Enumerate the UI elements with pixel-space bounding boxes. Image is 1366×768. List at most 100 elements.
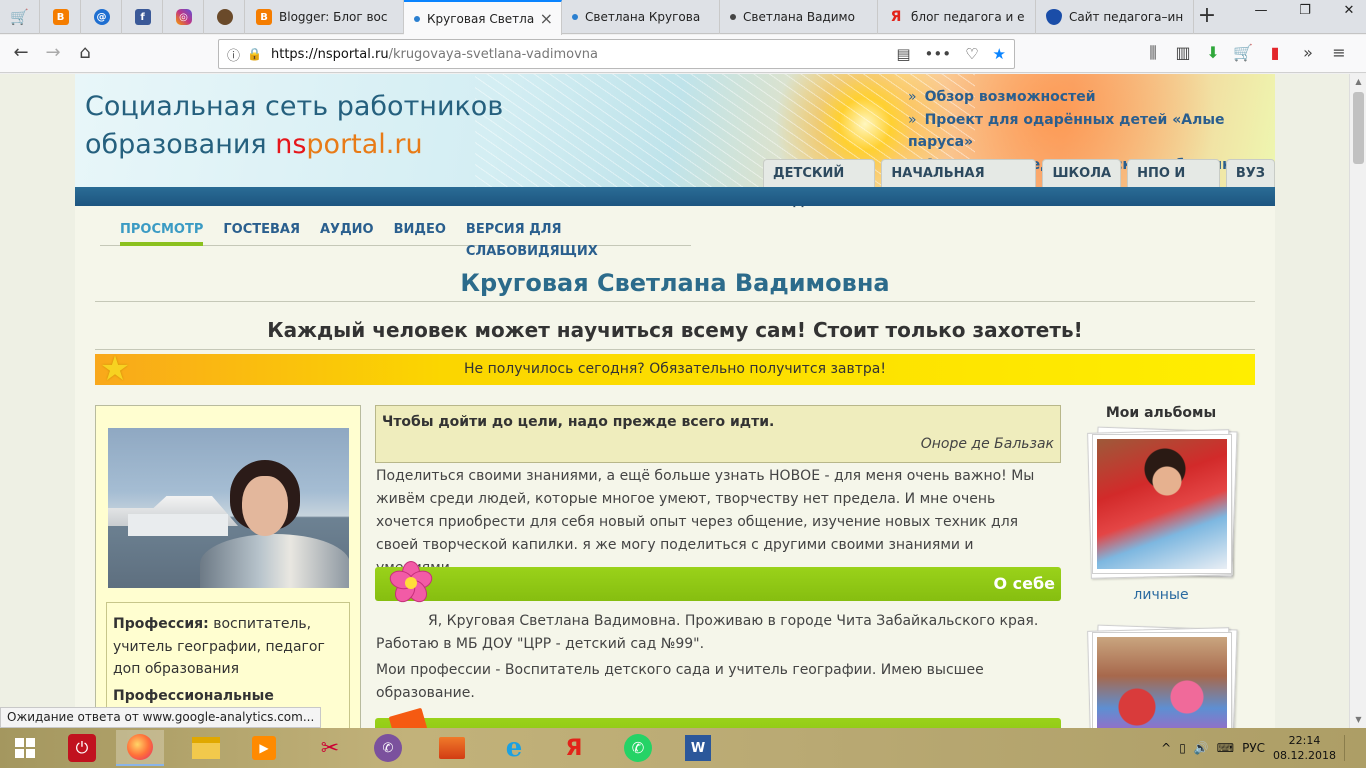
close-window-button[interactable]: ✕ xyxy=(1334,0,1364,24)
quote-box: Чтобы дойти до цели, надо прежде всего и… xyxy=(375,405,1061,463)
scroll-up-arrow[interactable]: ▲ xyxy=(1350,74,1366,90)
show-desktop-button[interactable] xyxy=(1344,735,1356,761)
pinned-tab-blogger[interactable]: B xyxy=(41,0,81,34)
start-button[interactable] xyxy=(0,730,50,766)
photo-person xyxy=(200,460,349,588)
power-app-icon[interactable]: ⏻ xyxy=(58,730,106,766)
star-icon: ★ xyxy=(99,349,131,389)
close-icon[interactable]: × xyxy=(540,9,553,28)
pinned-tab-facebook[interactable]: f xyxy=(123,0,163,34)
word-icon[interactable]: W xyxy=(674,730,722,766)
tab-blogger[interactable]: B Blogger: Блог вос xyxy=(246,0,404,34)
page-actions-icon[interactable]: ••• xyxy=(925,45,952,63)
scroll-thumb[interactable] xyxy=(1353,92,1364,164)
tab-vocational[interactable]: НПО И СПО xyxy=(1127,159,1220,209)
windows-icon xyxy=(15,738,35,758)
pocket-icon[interactable]: ♡ xyxy=(965,45,978,63)
album-label[interactable]: личные xyxy=(1075,587,1247,603)
blogger-icon: B xyxy=(256,9,272,25)
tab-kindergarten[interactable]: ДЕТСКИЙ САД xyxy=(763,159,876,209)
subnav-guestbook[interactable]: ГОСТЕВАЯ xyxy=(223,219,300,246)
site-container: Социальная сеть работников образования n… xyxy=(75,74,1275,728)
viber-icon[interactable]: ✆ xyxy=(364,730,412,766)
back-button[interactable]: ← xyxy=(8,42,34,66)
blogger-icon: B xyxy=(52,9,69,25)
album-personal[interactable] xyxy=(1087,426,1238,581)
scroll-down-arrow[interactable]: ▼ xyxy=(1350,712,1366,728)
flag-icon[interactable]: ▮ xyxy=(1262,42,1288,66)
site-logo[interactable]: Социальная сеть работников образования n… xyxy=(85,88,503,164)
url-path: /krugovaya-svetlana-vadimovna xyxy=(388,46,598,62)
firefox-taskbar-icon[interactable] xyxy=(116,730,164,766)
scissors-icon[interactable]: ✂ xyxy=(306,730,354,766)
tab-university[interactable]: ВУЗ xyxy=(1225,159,1275,187)
header-link-scarlet-sails[interactable]: Проект для одарённых детей «Алые паруса» xyxy=(908,109,1275,154)
library-icon[interactable]: ⫼ xyxy=(1140,42,1166,66)
subnav-accessibility[interactable]: ВЕРСИЯ ДЛЯ СЛАБОВИДЯЩИХ xyxy=(466,219,691,259)
cart-icon[interactable]: 🛒 xyxy=(1230,42,1256,66)
volume-icon[interactable]: 🔊 xyxy=(1194,741,1209,755)
subnav-view[interactable]: ПРОСМОТР xyxy=(120,219,204,246)
home-button[interactable]: ⌂ xyxy=(72,42,98,66)
album-cover xyxy=(1092,632,1232,728)
tab-svetlana-1[interactable]: Светлана Кругова xyxy=(562,0,720,34)
at-icon: @ xyxy=(93,9,110,25)
about-text-professions: Мои профессии - Воспитатель детского сад… xyxy=(376,662,984,701)
menu-icon[interactable]: ≡ xyxy=(1326,42,1352,66)
clock[interactable]: 22:14 08.12.2018 xyxy=(1273,733,1336,763)
pinned-tab-mail[interactable]: @ xyxy=(82,0,122,34)
keyboard-icon[interactable]: ⌨ xyxy=(1217,741,1234,755)
photo-app-icon[interactable] xyxy=(428,730,476,766)
lock-icon[interactable]: 🔒 xyxy=(247,47,263,61)
site-header: Социальная сеть работников образования n… xyxy=(75,74,1275,209)
subnav-audio[interactable]: АУДИО xyxy=(320,219,374,246)
network-icon[interactable]: ▯ xyxy=(1179,741,1186,755)
url-host: https://nsportal.ru xyxy=(271,46,389,62)
video-player-icon[interactable]: ▶ xyxy=(240,730,288,766)
tab-svetlana-2[interactable]: Светлана Вадимо xyxy=(720,0,878,34)
clock-time: 22:14 xyxy=(1288,734,1321,747)
facebook-icon: f xyxy=(134,9,151,25)
sidebar-icon[interactable]: ▥ xyxy=(1170,42,1196,66)
info-icon[interactable]: ⓘ xyxy=(227,45,247,64)
yandex-browser-icon[interactable]: Я xyxy=(550,730,598,766)
download-icon[interactable]: ⬇ xyxy=(1200,42,1226,66)
restore-button[interactable]: ❐ xyxy=(1290,0,1320,24)
profile-photo[interactable] xyxy=(108,428,349,588)
pinned-tab-avatar[interactable] xyxy=(205,0,245,34)
shield-icon xyxy=(1046,9,1062,25)
whatsapp-icon[interactable]: ✆ xyxy=(614,730,662,766)
dot-icon xyxy=(572,14,578,20)
forward-button[interactable]: → xyxy=(40,42,66,66)
cart-icon: 🛒 xyxy=(10,8,29,26)
overflow-chevron-icon[interactable]: » xyxy=(1295,42,1321,66)
profession-label: Профессия: xyxy=(113,616,209,632)
profile-motto: Каждый человек может научиться всему сам… xyxy=(95,312,1255,350)
new-tab-button[interactable]: + xyxy=(1194,4,1220,30)
album-second[interactable] xyxy=(1087,624,1238,728)
profile-subnav: ПРОСМОТР ГОСТЕВАЯ АУДИО ВИДЕО ВЕРСИЯ ДЛЯ… xyxy=(100,219,691,259)
tab-teacher-site[interactable]: Сайт педагога–ин xyxy=(1036,0,1194,34)
url-bar[interactable]: ⓘ 🔒 https://nsportal.ru/krugovaya-svetla… xyxy=(218,39,1015,69)
bookmark-star-icon[interactable]: ★ xyxy=(993,45,1006,63)
minimize-button[interactable]: — xyxy=(1246,0,1276,24)
tab-active-profile[interactable]: Круговая Светлан × xyxy=(404,0,562,35)
windows-taskbar: ⏻ ▶ ✂ ✆ e Я ✆ W ^ ▯ 🔊 ⌨ РУС 22:14 08.12.… xyxy=(0,728,1366,768)
tab-title: Светлана Кругова xyxy=(585,10,701,24)
subnav-video[interactable]: ВИДЕО xyxy=(394,219,446,246)
internet-explorer-icon[interactable]: e xyxy=(490,730,538,766)
tab-school[interactable]: ШКОЛА xyxy=(1042,159,1122,187)
pinned-tab-instagram[interactable]: ◎ xyxy=(164,0,204,34)
pinned-tab-shop[interactable]: 🛒 xyxy=(0,0,40,34)
header-link-features[interactable]: Обзор возможностей xyxy=(908,86,1275,109)
tab-title: блог педагога и е xyxy=(911,10,1025,24)
page-scrollbar[interactable]: ▲ ▼ xyxy=(1349,74,1366,728)
reader-view-icon[interactable]: ▤ xyxy=(896,45,910,63)
chevron-up-icon[interactable]: ^ xyxy=(1161,741,1171,755)
yandex-icon: Я xyxy=(890,9,902,25)
photo-coat xyxy=(200,534,349,588)
tab-primary-school[interactable]: НАЧАЛЬНАЯ ШКОЛА xyxy=(881,159,1037,209)
file-explorer-icon[interactable] xyxy=(182,730,230,766)
tab-yandex-blog[interactable]: Я блог педагога и е xyxy=(878,0,1036,34)
language-indicator[interactable]: РУС xyxy=(1242,741,1265,755)
